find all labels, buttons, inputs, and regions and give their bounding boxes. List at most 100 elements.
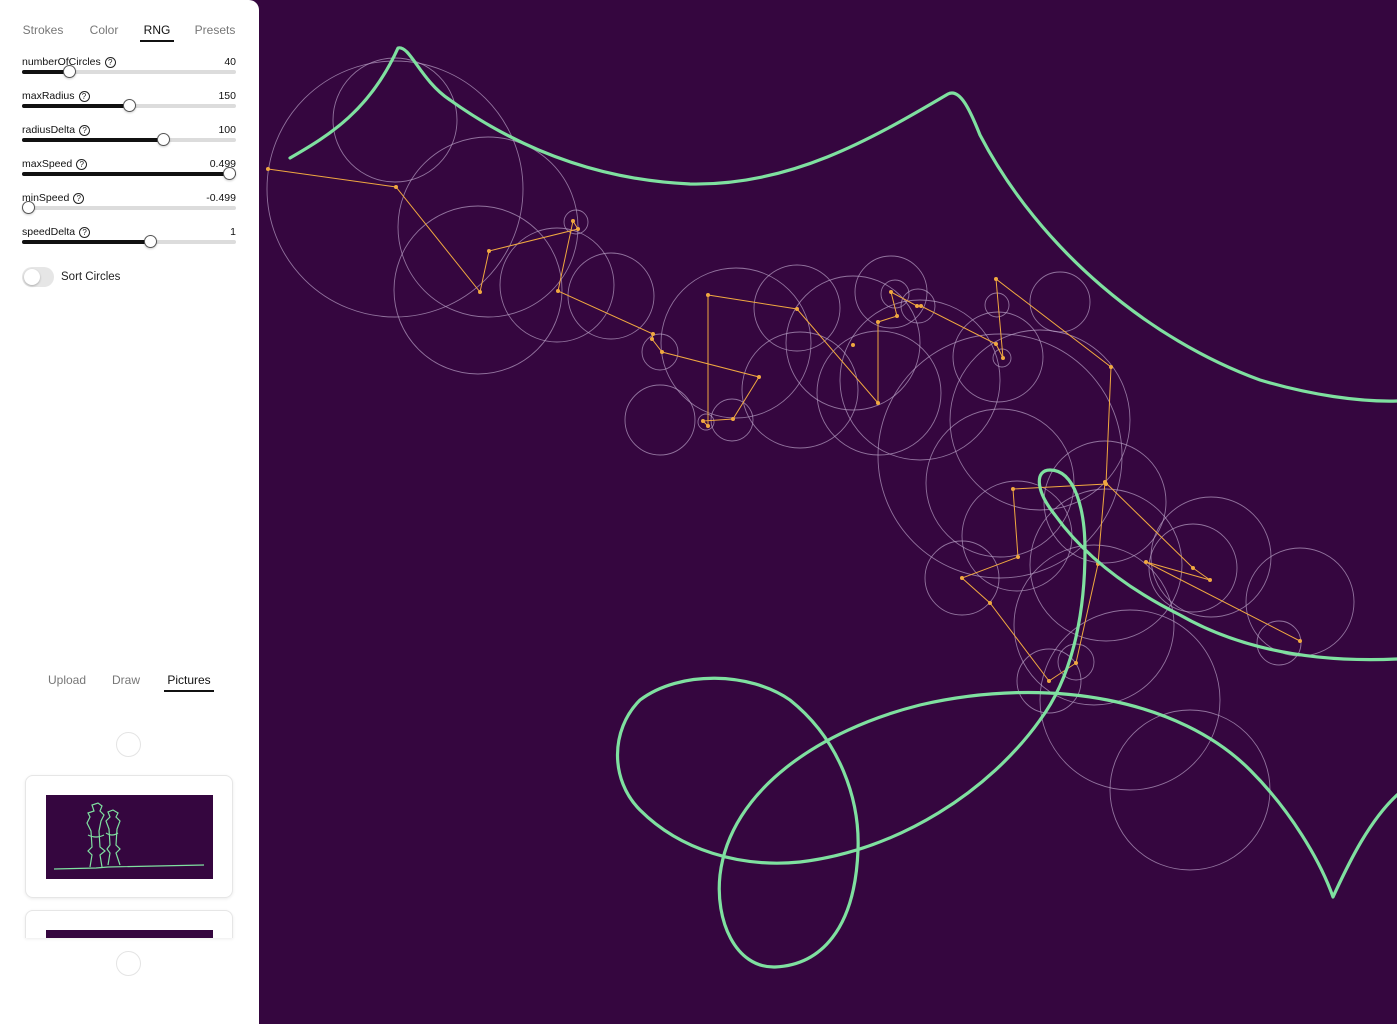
slider-fill bbox=[22, 104, 129, 108]
slider-track[interactable] bbox=[22, 65, 236, 78]
slider-thumb[interactable] bbox=[143, 235, 157, 248]
help-icon[interactable]: ? bbox=[73, 192, 85, 204]
picture-card-next[interactable] bbox=[25, 910, 233, 938]
slider-speed-delta: speedDelta? 1 bbox=[22, 226, 236, 256]
tab-presets[interactable]: Presets bbox=[194, 18, 236, 42]
tab-strokes[interactable]: Strokes bbox=[22, 18, 64, 42]
arm-joint bbox=[706, 424, 710, 428]
slider-track[interactable] bbox=[22, 133, 236, 146]
scroll-down-button[interactable] bbox=[116, 951, 141, 976]
arm-joint bbox=[851, 343, 855, 347]
tab-color[interactable]: Color bbox=[89, 18, 119, 42]
slider-fill bbox=[22, 138, 164, 142]
picture-thumbnail bbox=[46, 930, 213, 938]
arm-joint bbox=[919, 304, 923, 308]
epicycle-circle bbox=[332, 57, 458, 183]
epicycle-circle bbox=[952, 311, 1044, 403]
slider-label: speedDelta bbox=[22, 226, 76, 238]
arm-joint bbox=[650, 337, 654, 341]
help-icon[interactable]: ? bbox=[104, 56, 116, 68]
slider-track[interactable] bbox=[22, 235, 236, 248]
arm-joint bbox=[266, 167, 270, 171]
picture-card-chess[interactable] bbox=[25, 775, 233, 898]
arm-joint bbox=[1016, 555, 1020, 559]
arm-joint bbox=[876, 401, 880, 405]
slider-value: -0.499 bbox=[206, 192, 236, 204]
epicycle-circle bbox=[1013, 544, 1175, 706]
slider-thumb[interactable] bbox=[122, 99, 136, 112]
slider-thumb[interactable] bbox=[156, 133, 170, 146]
arm-joint bbox=[988, 601, 992, 605]
arm-joint bbox=[1103, 480, 1107, 484]
slider-track[interactable] bbox=[22, 167, 236, 180]
scroll-up-button[interactable] bbox=[116, 732, 141, 757]
slider-thumb[interactable] bbox=[22, 201, 35, 214]
slider-max-speed: maxSpeed? 0.499 bbox=[22, 158, 236, 188]
slider-thumb[interactable] bbox=[62, 65, 76, 78]
slider-number-of-circles: numberOfCircles? 40 bbox=[22, 56, 236, 86]
slider-label: numberOfCircles bbox=[22, 56, 101, 68]
arm-joint bbox=[478, 290, 482, 294]
epicycle-circle bbox=[984, 292, 1010, 318]
arm-joint bbox=[556, 289, 560, 293]
slider-label: maxSpeed bbox=[22, 158, 73, 170]
epicycle-circle bbox=[961, 480, 1073, 592]
slider-track[interactable] bbox=[22, 201, 236, 214]
help-icon[interactable]: ? bbox=[76, 158, 88, 170]
epicycle-circle bbox=[660, 267, 812, 419]
picture-thumbnail bbox=[46, 795, 213, 879]
arm-joint bbox=[1191, 566, 1195, 570]
arm-joint bbox=[915, 304, 919, 308]
help-icon[interactable]: ? bbox=[79, 226, 91, 238]
tab-rng[interactable]: RNG bbox=[140, 18, 174, 42]
slider-value: 1 bbox=[230, 226, 236, 238]
epicycle-arms bbox=[267, 168, 1301, 682]
slider-max-radius: maxRadius? 150 bbox=[22, 90, 236, 120]
arm-joint bbox=[795, 307, 799, 311]
slider-value: 40 bbox=[224, 56, 236, 68]
toggle-knob bbox=[24, 269, 40, 285]
help-icon[interactable]: ? bbox=[79, 124, 91, 136]
slider-value: 150 bbox=[218, 90, 236, 102]
control-sidebar: Strokes Color RNG Presets numberOfCircle… bbox=[0, 0, 259, 1024]
slider-value: 100 bbox=[218, 124, 236, 136]
tab-draw[interactable]: Draw bbox=[111, 668, 141, 692]
epicycle-circle bbox=[816, 330, 942, 456]
arm-joint bbox=[731, 417, 735, 421]
arm-joint bbox=[701, 419, 705, 423]
epicycle-drawing bbox=[266, 46, 1397, 969]
arm-joint bbox=[487, 249, 491, 253]
slider-fill bbox=[22, 172, 236, 176]
drawing-canvas[interactable] bbox=[259, 0, 1397, 1024]
arm-joint bbox=[960, 576, 964, 580]
epicycle-circle bbox=[839, 299, 1001, 461]
tab-upload[interactable]: Upload bbox=[47, 668, 87, 692]
arm-joint bbox=[1298, 639, 1302, 643]
arm-joint bbox=[394, 185, 398, 189]
help-icon[interactable]: ? bbox=[78, 90, 90, 102]
chess-pieces-icon bbox=[53, 802, 205, 870]
arm-joint bbox=[895, 314, 899, 318]
arm-joint bbox=[1074, 661, 1078, 665]
arm-joint bbox=[1047, 679, 1051, 683]
arm-joint bbox=[1109, 365, 1113, 369]
tab-pictures[interactable]: Pictures bbox=[164, 668, 214, 692]
slider-track[interactable] bbox=[22, 99, 236, 112]
epicycle-circle bbox=[624, 384, 696, 456]
slider-label: maxRadius bbox=[22, 90, 75, 102]
arm-joint bbox=[1001, 356, 1005, 360]
slider-label: radiusDelta bbox=[22, 124, 76, 136]
sort-circles-toggle[interactable] bbox=[22, 267, 54, 287]
epicycle-circle bbox=[1029, 271, 1091, 333]
slider-fill bbox=[22, 240, 151, 244]
arm-joint bbox=[889, 290, 893, 294]
arm-joint bbox=[1011, 487, 1015, 491]
arm-joint bbox=[651, 332, 655, 336]
arm-joint bbox=[660, 350, 664, 354]
arm-joint bbox=[576, 227, 580, 231]
arm-joint bbox=[994, 277, 998, 281]
slider-thumb[interactable] bbox=[223, 167, 236, 180]
epicycle-circle bbox=[1150, 496, 1272, 618]
arm-joint bbox=[757, 375, 761, 379]
epicycle-circle bbox=[925, 408, 1075, 558]
